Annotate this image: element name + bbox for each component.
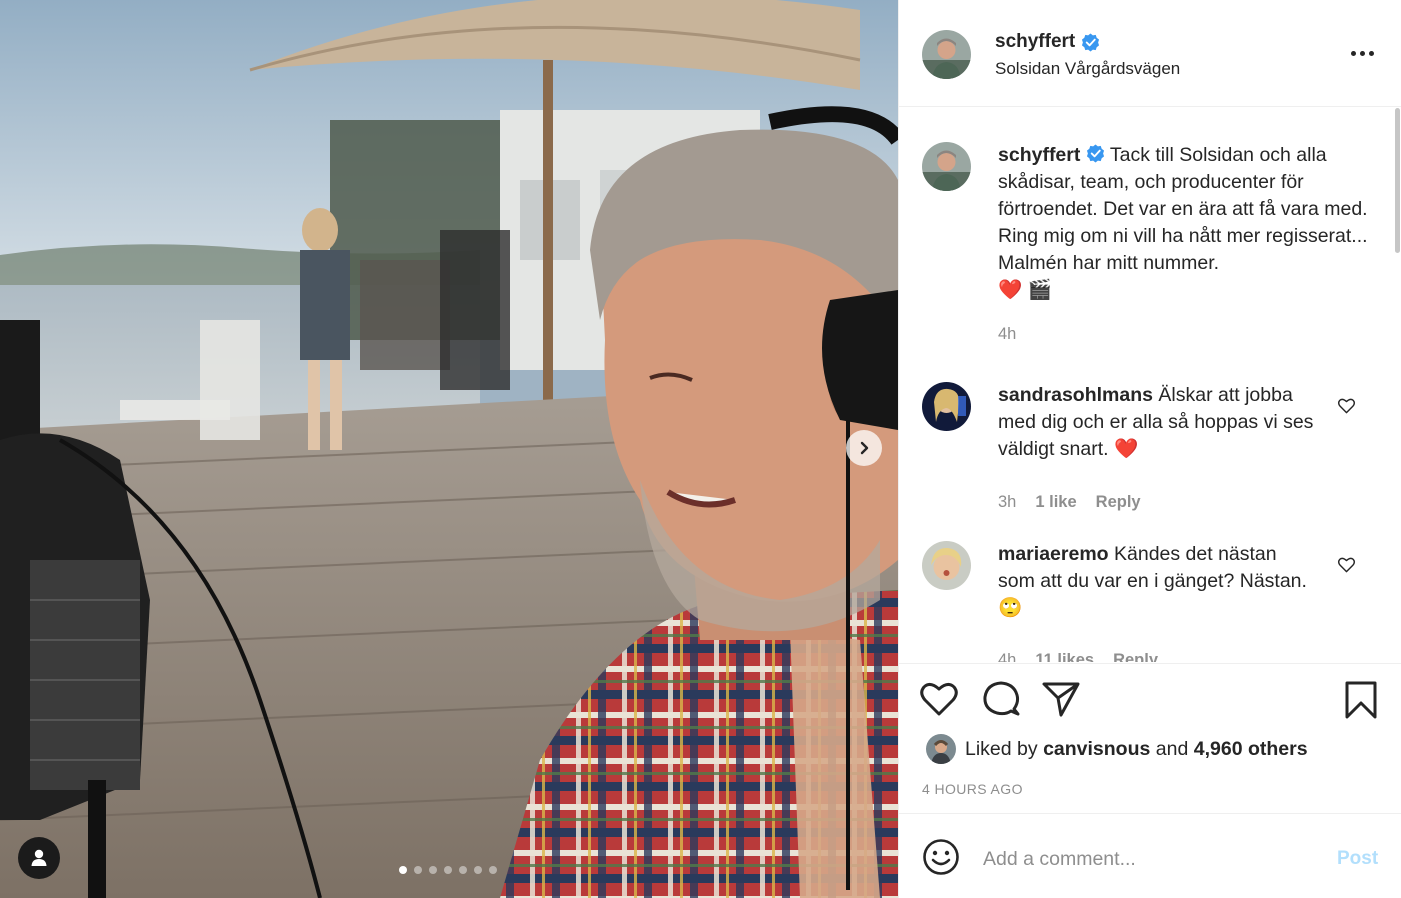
verified-badge-icon	[1086, 144, 1104, 163]
commenter-avatar[interactable]	[922, 382, 971, 431]
avatar-image	[922, 382, 971, 431]
comment-text-block: sandrasohlmans Älskar att jobba med dig …	[998, 382, 1318, 463]
caption-time[interactable]: 4h	[998, 325, 1016, 344]
avatar-image	[922, 142, 971, 191]
more-options-button[interactable]	[1351, 43, 1381, 63]
avatar-image	[922, 30, 971, 79]
dot-icon	[1351, 50, 1356, 56]
author-username[interactable]: schyffert	[995, 31, 1075, 53]
liked-by-and: and	[1155, 738, 1189, 760]
dot-icon	[1369, 50, 1374, 56]
photo-scene	[0, 0, 898, 898]
post-comment-button[interactable]: Post	[1337, 848, 1378, 870]
comment-username[interactable]: sandrasohlmans	[998, 384, 1153, 406]
post-location[interactable]: Solsidan Vårgårdsvägen	[995, 59, 1180, 79]
tagged-users-button[interactable]	[18, 837, 60, 879]
like-comment-heart-icon[interactable]	[1337, 555, 1356, 574]
next-slide-button[interactable]	[846, 430, 882, 466]
carousel-dot	[414, 866, 422, 874]
like-comment-heart-icon[interactable]	[1337, 396, 1356, 415]
comment-likes[interactable]: 1 like	[1035, 493, 1076, 512]
liker-username[interactable]: canvisnous	[1043, 738, 1150, 760]
carousel-dot	[444, 866, 452, 874]
caption-username[interactable]: schyffert	[998, 144, 1080, 166]
comment-meta: 4h 11 likes Reply	[998, 651, 1158, 662]
comment-likes[interactable]: 11 likes	[1035, 651, 1094, 662]
commenter-avatar[interactable]	[922, 541, 971, 590]
liker-avatar[interactable]	[926, 734, 956, 764]
author-username-row[interactable]: schyffert	[995, 31, 1100, 53]
carousel-dot	[474, 866, 482, 874]
caption-emojis: ❤️ 🎬	[998, 279, 1052, 301]
caption-meta: 4h	[998, 325, 1016, 344]
comment-username[interactable]: mariaeremo	[998, 543, 1109, 565]
caption-avatar[interactable]	[922, 142, 971, 191]
reply-button[interactable]: Reply	[1113, 651, 1158, 662]
carousel-dot	[399, 866, 407, 874]
emoji-smiley-icon[interactable]	[922, 838, 960, 876]
others-count-link[interactable]: 4,960 others	[1194, 738, 1308, 760]
dot-icon	[1360, 50, 1365, 56]
comment-composer: Post	[899, 813, 1401, 898]
comment-bubble-icon[interactable]	[981, 680, 1021, 718]
post-timestamp[interactable]: 4 HOURS AGO	[922, 781, 1023, 797]
user-icon	[31, 849, 47, 866]
instagram-post: schyffert Solsidan Vårgårdsvägen schyffe…	[0, 0, 1401, 898]
save-bookmark-icon[interactable]	[1344, 680, 1378, 720]
author-avatar[interactable]	[922, 30, 971, 79]
comment-time[interactable]: 4h	[998, 651, 1016, 662]
carousel-indicators	[399, 866, 497, 874]
caption-text-block: schyffert Tack till Solsidan och alla sk…	[998, 142, 1378, 304]
verified-badge-icon	[1082, 32, 1100, 52]
post-header: schyffert Solsidan Vårgårdsvägen	[899, 0, 1401, 107]
comments-list[interactable]: schyffert Tack till Solsidan och alla sk…	[899, 108, 1401, 662]
comments-scrollbar[interactable]	[1395, 108, 1400, 253]
carousel-dot	[429, 866, 437, 874]
comment-time[interactable]: 3h	[998, 493, 1016, 512]
liked-by-prefix: Liked by	[965, 738, 1038, 760]
post-actions: Liked by canvisnous and 4,960 others 4 H…	[899, 663, 1401, 813]
carousel-dot	[459, 866, 467, 874]
comment-meta: 3h 1 like Reply	[998, 493, 1141, 512]
chevron-right-icon	[860, 441, 869, 455]
reply-button[interactable]: Reply	[1096, 493, 1141, 512]
share-paper-plane-icon[interactable]	[1041, 680, 1081, 718]
like-heart-icon[interactable]	[919, 680, 959, 718]
comment-input[interactable]	[983, 842, 1323, 876]
post-photo[interactable]	[0, 0, 898, 898]
carousel-dot	[489, 866, 497, 874]
likes-summary: Liked by canvisnous and 4,960 others	[965, 738, 1308, 761]
comment-text-block: mariaeremo Kändes det nästan som att du …	[998, 541, 1318, 622]
avatar-image	[926, 734, 956, 764]
post-details-panel: schyffert Solsidan Vårgårdsvägen schyffe…	[898, 0, 1401, 898]
avatar-image	[922, 541, 971, 590]
